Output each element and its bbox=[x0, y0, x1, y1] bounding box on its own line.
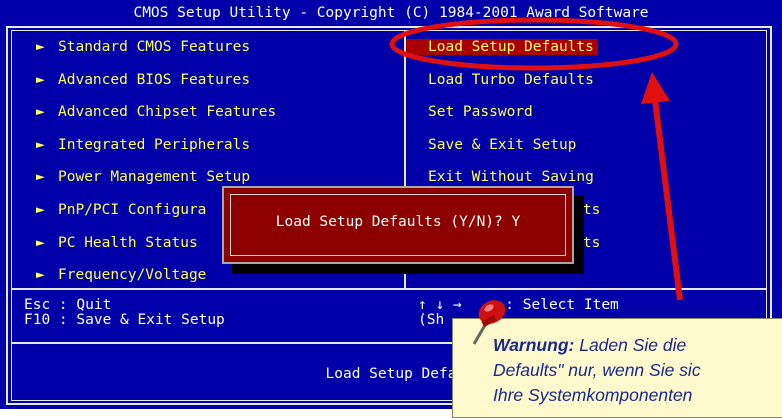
note-text-1: Laden Sie die bbox=[574, 335, 687, 355]
menu-item-load-turbo-defaults[interactable]: Load Turbo Defaults bbox=[428, 69, 600, 102]
arrow-right-icon: ► bbox=[36, 267, 45, 284]
arrow-right-icon: ► bbox=[36, 201, 45, 218]
title-bar: CMOS Setup Utility - Copyright (C) 1984-… bbox=[0, 0, 782, 24]
menu-item-label: PC Health Status bbox=[58, 234, 198, 251]
dialog-shadow-right bbox=[574, 196, 584, 274]
menu-item-label: Set Password bbox=[428, 104, 533, 121]
menu-item-label: Standard CMOS Features bbox=[58, 39, 251, 55]
pushpin-icon bbox=[472, 300, 506, 345]
menu-item-label: Integrated Peripherals bbox=[58, 136, 251, 153]
menu-item-label: Power Management Setup bbox=[58, 169, 251, 186]
arrow-right-icon: ► bbox=[36, 169, 45, 186]
menu-item-set-password[interactable]: Set Password bbox=[428, 101, 600, 134]
help-quit: Esc : Quit bbox=[24, 297, 112, 313]
help-select-item: ↑ ↓ → : Select Item bbox=[418, 297, 619, 313]
menu-item-label-selected: Load Setup Defaults bbox=[406, 39, 598, 55]
menu-item-advanced-chipset[interactable]: ► Advanced Chipset Features bbox=[36, 101, 276, 134]
dialog-shadow bbox=[232, 264, 584, 274]
menu-item-save-exit[interactable]: Save & Exit Setup bbox=[428, 134, 600, 167]
menu-item-load-setup-defaults[interactable]: Load Setup Defaults bbox=[406, 36, 600, 69]
confirm-dialog[interactable]: Load Setup Defaults (Y/N)? Y bbox=[222, 186, 574, 264]
menu-item-advanced-bios[interactable]: ► Advanced BIOS Features bbox=[36, 69, 276, 102]
menu-item-integrated-peripherals[interactable]: ► Integrated Peripherals bbox=[36, 134, 276, 167]
arrow-right-icon: ► bbox=[36, 234, 45, 251]
help-save-exit: F10 : Save & Exit Setup bbox=[24, 312, 225, 328]
menu-item-label: Save & Exit Setup bbox=[428, 136, 577, 153]
dialog-prompt: Load Setup Defaults (Y/N)? Y bbox=[275, 214, 521, 230]
arrow-right-icon: ► bbox=[36, 104, 45, 121]
menu-item-standard-cmos[interactable]: ► Standard CMOS Features bbox=[36, 36, 276, 69]
menu-item-label: Frequency/Voltage bbox=[58, 267, 207, 284]
arrow-right-icon: ► bbox=[36, 39, 45, 55]
note-line-2: Defaults" nur, wenn Sie sic bbox=[493, 360, 701, 380]
help-keys-left: Esc : Quit F10 : Save & Exit Setup bbox=[24, 298, 225, 328]
note-line-3: Ihre Systemkomponenten bbox=[493, 385, 693, 405]
menu-item-label: Load Turbo Defaults bbox=[428, 71, 594, 88]
note-line-1: Warnung: Laden Sie die bbox=[493, 333, 782, 358]
arrow-right-icon: ► bbox=[36, 136, 45, 153]
arrow-right-icon: ► bbox=[36, 71, 45, 88]
menu-item-label: Exit Without Saving bbox=[428, 169, 594, 186]
menu-item-label: Advanced BIOS Features bbox=[58, 71, 251, 88]
menu-item-label: PnP/PCI Configura bbox=[58, 201, 207, 218]
menu-item-label: Advanced Chipset Features bbox=[58, 104, 277, 121]
